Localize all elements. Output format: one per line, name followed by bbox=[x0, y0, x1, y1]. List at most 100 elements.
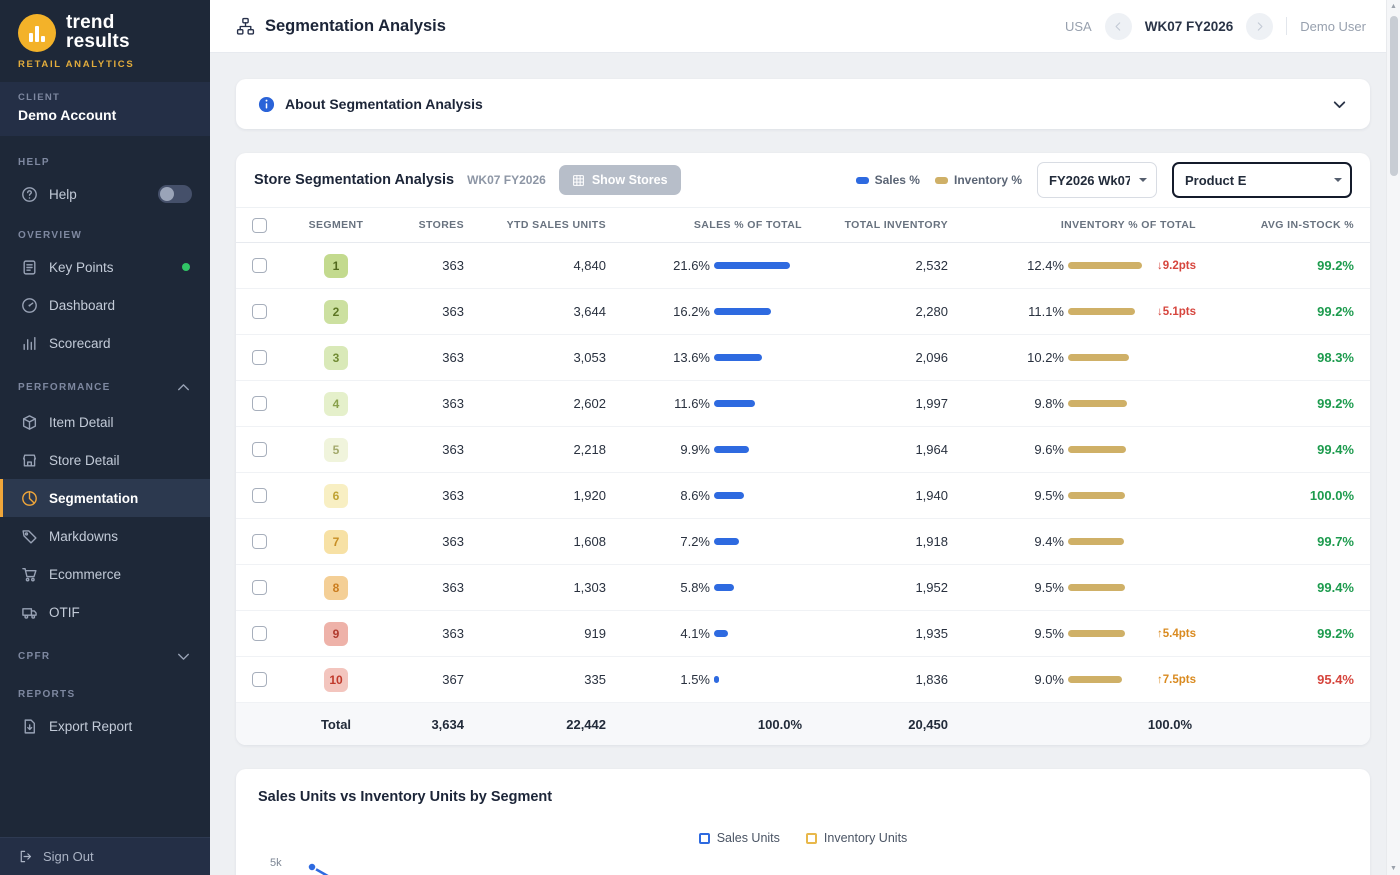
show-stores-button[interactable]: Show Stores bbox=[559, 165, 681, 195]
scorecard-icon bbox=[21, 335, 38, 352]
stores-value: 363 bbox=[390, 304, 464, 319]
inventory-pct-bar bbox=[1068, 308, 1135, 315]
product-select[interactable]: Product E bbox=[1172, 162, 1352, 198]
analysis-controls: Sales % Inventory % FY2026 Wk07 Product … bbox=[856, 162, 1352, 198]
table-row-segment-5: 53632,2189.9%1,9649.6%99.4% bbox=[236, 427, 1370, 473]
inventory-value: 2,096 bbox=[802, 350, 948, 365]
analysis-header: Store Segmentation Analysis WK07 FY2026 … bbox=[236, 153, 1370, 207]
sidebar-item-segmentation[interactable]: Segmentation bbox=[0, 479, 210, 517]
logo-icon bbox=[18, 14, 56, 52]
sales-pct-marker bbox=[856, 177, 869, 184]
scroll-down-arrow[interactable]: ▼ bbox=[1387, 865, 1400, 872]
instock-value: 95.4% bbox=[1214, 672, 1370, 687]
sign-out-label: Sign Out bbox=[43, 849, 94, 864]
sidebar-item-key-points[interactable]: Key Points bbox=[0, 248, 210, 286]
analysis-title: Store Segmentation Analysis bbox=[254, 172, 454, 188]
inventory-value: 1,918 bbox=[802, 534, 948, 549]
week-select[interactable]: FY2026 Wk07 bbox=[1037, 162, 1157, 198]
row-checkbox[interactable] bbox=[252, 258, 267, 273]
row-checkbox[interactable] bbox=[252, 396, 267, 411]
sidebar-nav: HELPHelpOVERVIEWKey PointsDashboardScore… bbox=[0, 136, 210, 837]
sidebar-item-otif[interactable]: OTIF bbox=[0, 593, 210, 631]
table-row-segment-6: 63631,9208.6%1,9409.5%100.0% bbox=[236, 473, 1370, 519]
sales-pct-value: 7.2% bbox=[606, 534, 710, 549]
segment-badge: 5 bbox=[324, 438, 348, 462]
chevron-down-icon[interactable] bbox=[1331, 96, 1348, 113]
ytd-sales-value: 1,608 bbox=[464, 534, 606, 549]
inventory-pct-bar bbox=[1068, 446, 1126, 453]
scrollbar[interactable]: ▲ ▼ bbox=[1386, 0, 1400, 875]
sidebar-item-store-detail[interactable]: Store Detail bbox=[0, 441, 210, 479]
row-checkbox[interactable] bbox=[252, 534, 267, 549]
row-checkbox[interactable] bbox=[252, 350, 267, 365]
inventory-pct-value: 9.5% bbox=[948, 580, 1064, 595]
inventory-value: 1,935 bbox=[802, 626, 948, 641]
column-header-total-inventory: TOTAL INVENTORY bbox=[802, 219, 948, 231]
total-inventory: 20,450 bbox=[802, 717, 948, 732]
scroll-thumb[interactable] bbox=[1390, 16, 1398, 176]
divider bbox=[1286, 17, 1287, 35]
sales-pct-value: 5.8% bbox=[606, 580, 710, 595]
toggle-knob bbox=[160, 187, 174, 201]
total-stores: 3,634 bbox=[390, 717, 464, 732]
sidebar-item-help[interactable]: Help bbox=[0, 175, 210, 213]
ytd-sales-value: 3,053 bbox=[464, 350, 606, 365]
segment-badge: 9 bbox=[324, 622, 348, 646]
total-label: Total bbox=[282, 717, 390, 732]
sidebar-item-label: Segmentation bbox=[49, 491, 138, 506]
inventory-pct-value: 10.2% bbox=[948, 350, 1064, 365]
help-toggle[interactable] bbox=[158, 185, 192, 203]
sidebar-item-item-detail[interactable]: Item Detail bbox=[0, 403, 210, 441]
total-ytd-sales: 22,442 bbox=[464, 717, 606, 732]
instock-value: 99.2% bbox=[1214, 396, 1370, 411]
row-checkbox[interactable] bbox=[252, 304, 267, 319]
legend-sales-units[interactable]: Sales Units bbox=[699, 831, 780, 845]
sales-pct-bar bbox=[714, 262, 790, 269]
scroll-up-arrow[interactable]: ▲ bbox=[1387, 3, 1400, 10]
client-label: CLIENT bbox=[18, 92, 192, 103]
inventory-pct-bar bbox=[1068, 676, 1122, 683]
instock-value: 99.4% bbox=[1214, 442, 1370, 457]
about-panel[interactable]: About Segmentation Analysis bbox=[236, 79, 1370, 129]
stores-value: 363 bbox=[390, 488, 464, 503]
sign-out-button[interactable]: Sign Out bbox=[0, 837, 210, 875]
row-checkbox[interactable] bbox=[252, 626, 267, 641]
inventory-pct-value: 9.6% bbox=[948, 442, 1064, 457]
select-all-checkbox[interactable] bbox=[252, 218, 267, 233]
inventory-delta: ↑5.4pts bbox=[1157, 628, 1196, 640]
table-row-segment-8: 83631,3035.8%1,9529.5%99.4% bbox=[236, 565, 1370, 611]
stores-value: 363 bbox=[390, 626, 464, 641]
sidebar-item-ecommerce[interactable]: Ecommerce bbox=[0, 555, 210, 593]
chevron-left-icon bbox=[1112, 20, 1125, 33]
ytd-sales-value: 3,644 bbox=[464, 304, 606, 319]
instock-value: 100.0% bbox=[1214, 488, 1370, 503]
sidebar-item-export-report[interactable]: Export Report bbox=[0, 707, 210, 745]
inventory-pct-value: 9.5% bbox=[948, 626, 1064, 641]
legend-inventory-pct: Inventory % bbox=[935, 173, 1022, 187]
nav-section-cpfr[interactable]: CPFR bbox=[0, 631, 210, 672]
sales-pct-bar bbox=[714, 630, 728, 637]
sales-pct-bar bbox=[714, 676, 719, 683]
instock-value: 99.7% bbox=[1214, 534, 1370, 549]
ytd-sales-value: 919 bbox=[464, 626, 606, 641]
next-week-button[interactable] bbox=[1246, 13, 1273, 40]
sidebar-item-label: Scorecard bbox=[49, 336, 111, 351]
row-checkbox[interactable] bbox=[252, 672, 267, 687]
sidebar-item-scorecard[interactable]: Scorecard bbox=[0, 324, 210, 362]
sales-pct-bar bbox=[714, 446, 749, 453]
ytd-sales-value: 2,218 bbox=[464, 442, 606, 457]
nav-section-performance[interactable]: PERFORMANCE bbox=[0, 362, 210, 403]
sidebar-item-dashboard[interactable]: Dashboard bbox=[0, 286, 210, 324]
row-checkbox[interactable] bbox=[252, 442, 267, 457]
inventory-value: 1,997 bbox=[802, 396, 948, 411]
page-title-wrap: Segmentation Analysis bbox=[236, 17, 446, 36]
row-checkbox[interactable] bbox=[252, 488, 267, 503]
product-select-wrap: Product E bbox=[1172, 162, 1352, 198]
segment-badge: 6 bbox=[324, 484, 348, 508]
inventory-pct-bar bbox=[1068, 630, 1125, 637]
prev-week-button[interactable] bbox=[1105, 13, 1132, 40]
sales-pct-bar bbox=[714, 584, 734, 591]
row-checkbox[interactable] bbox=[252, 580, 267, 595]
legend-inventory-units[interactable]: Inventory Units bbox=[806, 831, 907, 845]
sidebar-item-markdowns[interactable]: Markdowns bbox=[0, 517, 210, 555]
